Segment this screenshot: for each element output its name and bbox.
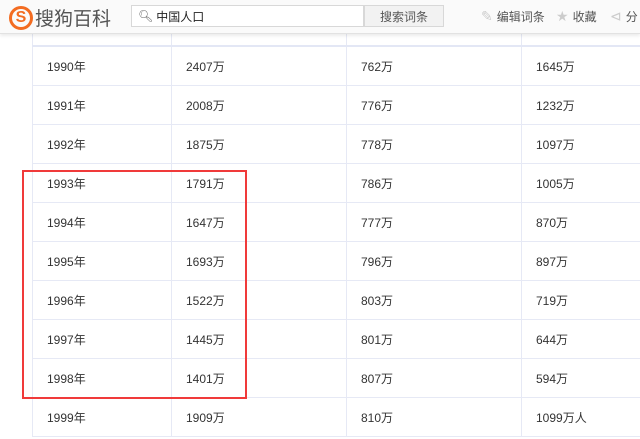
logo-text: 搜狗百科 <box>35 9 112 30</box>
table-cell: 719万 <box>521 281 640 319</box>
table-cell: 1099万人 <box>521 398 640 436</box>
table-cell: 1232万 <box>521 86 640 124</box>
pencil-icon: ✎ <box>481 8 493 24</box>
search-button[interactable]: 搜索词条 <box>364 5 444 27</box>
table-row: 1999年 1909万 810万 1099万人 <box>32 398 640 437</box>
table-cell <box>171 34 346 45</box>
top-bar: S 搜狗百科 🔍︎ 中国人口 搜索词条 ✎ 编辑词条 ★ 收藏 ⊲ 分 <box>0 0 640 34</box>
logo-icon: S <box>9 5 33 30</box>
table-cell: 786万 <box>346 164 521 202</box>
table-cell: 2008万 <box>171 86 346 124</box>
table-cell <box>32 34 171 45</box>
highlight-box <box>22 170 247 399</box>
table-cell <box>346 34 521 45</box>
table-cell: 1005万 <box>521 164 640 202</box>
table-cell: 1991年 <box>32 86 171 124</box>
table-cell: 1097万 <box>521 125 640 163</box>
table-cell: 778万 <box>346 125 521 163</box>
table-cell: 1999年 <box>32 398 171 436</box>
table-cell: 1645万 <box>521 47 640 85</box>
table-cell: 777万 <box>346 203 521 241</box>
edit-label: 编辑词条 <box>496 10 545 24</box>
share-icon: ⊲ <box>610 8 622 24</box>
table-cell: 776万 <box>346 86 521 124</box>
search-input[interactable]: 🔍︎ 中国人口 <box>131 5 364 27</box>
table-cell: 897万 <box>521 242 640 280</box>
search-icon: 🔍︎ <box>138 9 154 23</box>
table-row: 1991年 2008万 776万 1232万 <box>32 86 640 125</box>
table-cell <box>521 34 640 45</box>
table-cell: 801万 <box>346 320 521 358</box>
table-cell: 1992年 <box>32 125 171 163</box>
share-button[interactable]: ⊲ 分 <box>610 8 638 25</box>
favorite-button[interactable]: ★ 收藏 <box>556 8 597 25</box>
table-row <box>32 34 640 47</box>
table-row: 1992年 1875万 778万 1097万 <box>32 125 640 164</box>
table-cell: 1990年 <box>32 47 171 85</box>
edit-entry-button[interactable]: ✎ 编辑词条 <box>481 8 545 25</box>
table-cell: 1875万 <box>171 125 346 163</box>
table-row: 1990年 2407万 762万 1645万 <box>32 47 640 86</box>
star-icon: ★ <box>556 8 569 24</box>
search-value: 中国人口 <box>156 9 205 24</box>
table-cell: 762万 <box>346 47 521 85</box>
table-cell: 594万 <box>521 359 640 397</box>
table-cell: 803万 <box>346 281 521 319</box>
table-cell: 870万 <box>521 203 640 241</box>
table-cell: 644万 <box>521 320 640 358</box>
table-cell: 807万 <box>346 359 521 397</box>
favorite-label: 收藏 <box>572 10 597 24</box>
table-cell: 810万 <box>346 398 521 436</box>
table-cell: 796万 <box>346 242 521 280</box>
table-cell: 1909万 <box>171 398 346 436</box>
share-label: 分 <box>625 10 638 24</box>
sogou-baike-logo[interactable]: S 搜狗百科 <box>9 4 111 31</box>
table-cell: 2407万 <box>171 47 346 85</box>
